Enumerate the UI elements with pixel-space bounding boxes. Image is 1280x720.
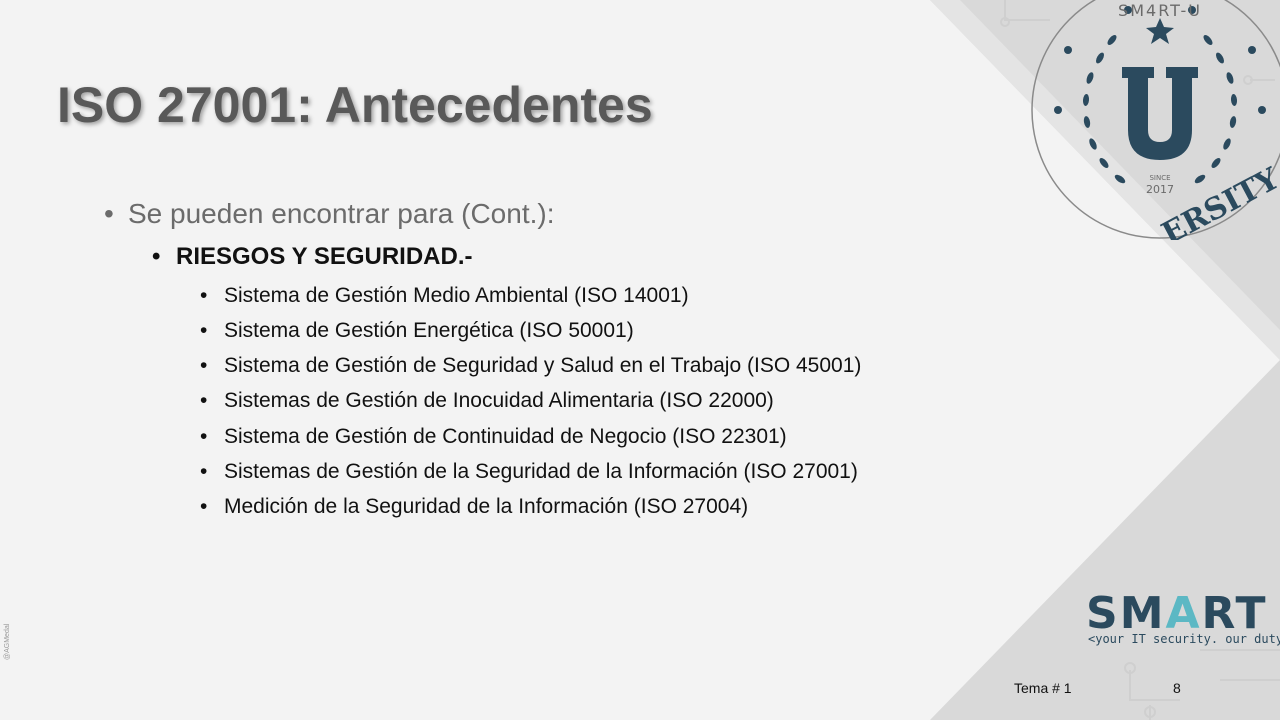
list-item: • Sistema de Gestión Medio Ambiental (ISO…: [200, 284, 689, 308]
footer-tema: Tema # 1: [1014, 680, 1072, 696]
seal-bottom-text: ERSITY: [1156, 161, 1280, 240]
list-item-text: Sistema de Gestión de Continuidad de Neg…: [224, 425, 787, 448]
list-item: • Sistema de Gestión de Continuidad de Ne…: [200, 425, 787, 449]
list-item-text: Sistemas de Gestión de Inocuidad Aliment…: [224, 389, 774, 412]
bullet-level2-text: RIESGOS Y SEGURIDAD.-: [176, 243, 473, 270]
seal-since-label: SINCE: [1149, 174, 1170, 182]
bullet-dot: •: [200, 495, 208, 518]
bullet-level1: • Se pueden encontrar para (Cont.):: [104, 198, 554, 230]
list-item: • Sistema de Gestión de Seguridad y Salud…: [200, 354, 861, 378]
bullet-level2: • RIESGOS Y SEGURIDAD.-: [152, 243, 473, 271]
slide-title: ISO 27001: Antecedentes: [57, 77, 653, 133]
bullet-dot: •: [152, 243, 161, 270]
bullet-dot: •: [200, 354, 208, 377]
list-item-text: Sistemas de Gestión de la Seguridad de l…: [224, 460, 858, 483]
list-item-text: Sistema de Gestión de Seguridad y Salud …: [224, 354, 862, 377]
bullet-dot: •: [200, 460, 208, 483]
bullet-dot: •: [200, 319, 208, 342]
bullet-level1-text: Se pueden encontrar para (Cont.):: [128, 198, 555, 229]
bullet-dot: •: [200, 389, 208, 412]
list-item-text: Medición de la Seguridad de la Informaci…: [224, 495, 749, 518]
bullet-dot: •: [104, 198, 114, 229]
bullet-dot: •: [200, 425, 208, 448]
watermark: @AGMedal: [4, 623, 11, 660]
seal-top-text: SM4RT-U: [1118, 1, 1202, 20]
bullet-dot: •: [200, 284, 208, 307]
page-number: 8: [1173, 680, 1181, 696]
seal-since-year: 2017: [1146, 183, 1174, 196]
university-seal: SM4RT-U SINCE 2017 ERSITY: [1031, 0, 1280, 240]
logo-tagline: <your IT security. our duty|: [1088, 632, 1280, 646]
list-item: • Sistemas de Gestión de la Seguridad de …: [200, 460, 858, 484]
slide: SM4RT-U SINCE 2017 ERSITY ISO 27001: Ant…: [0, 0, 1280, 720]
list-item: • Sistema de Gestión Energética (ISO 5000…: [200, 319, 634, 343]
list-item: • Sistemas de Gestión de Inocuidad Alimen…: [200, 389, 774, 413]
list-item: • Medición de la Seguridad de la Informac…: [200, 495, 748, 519]
list-item-text: Sistema de Gestión Energética (ISO 50001…: [224, 319, 634, 342]
list-item-text: Sistema de Gestión Medio Ambiental (ISO …: [224, 284, 689, 307]
